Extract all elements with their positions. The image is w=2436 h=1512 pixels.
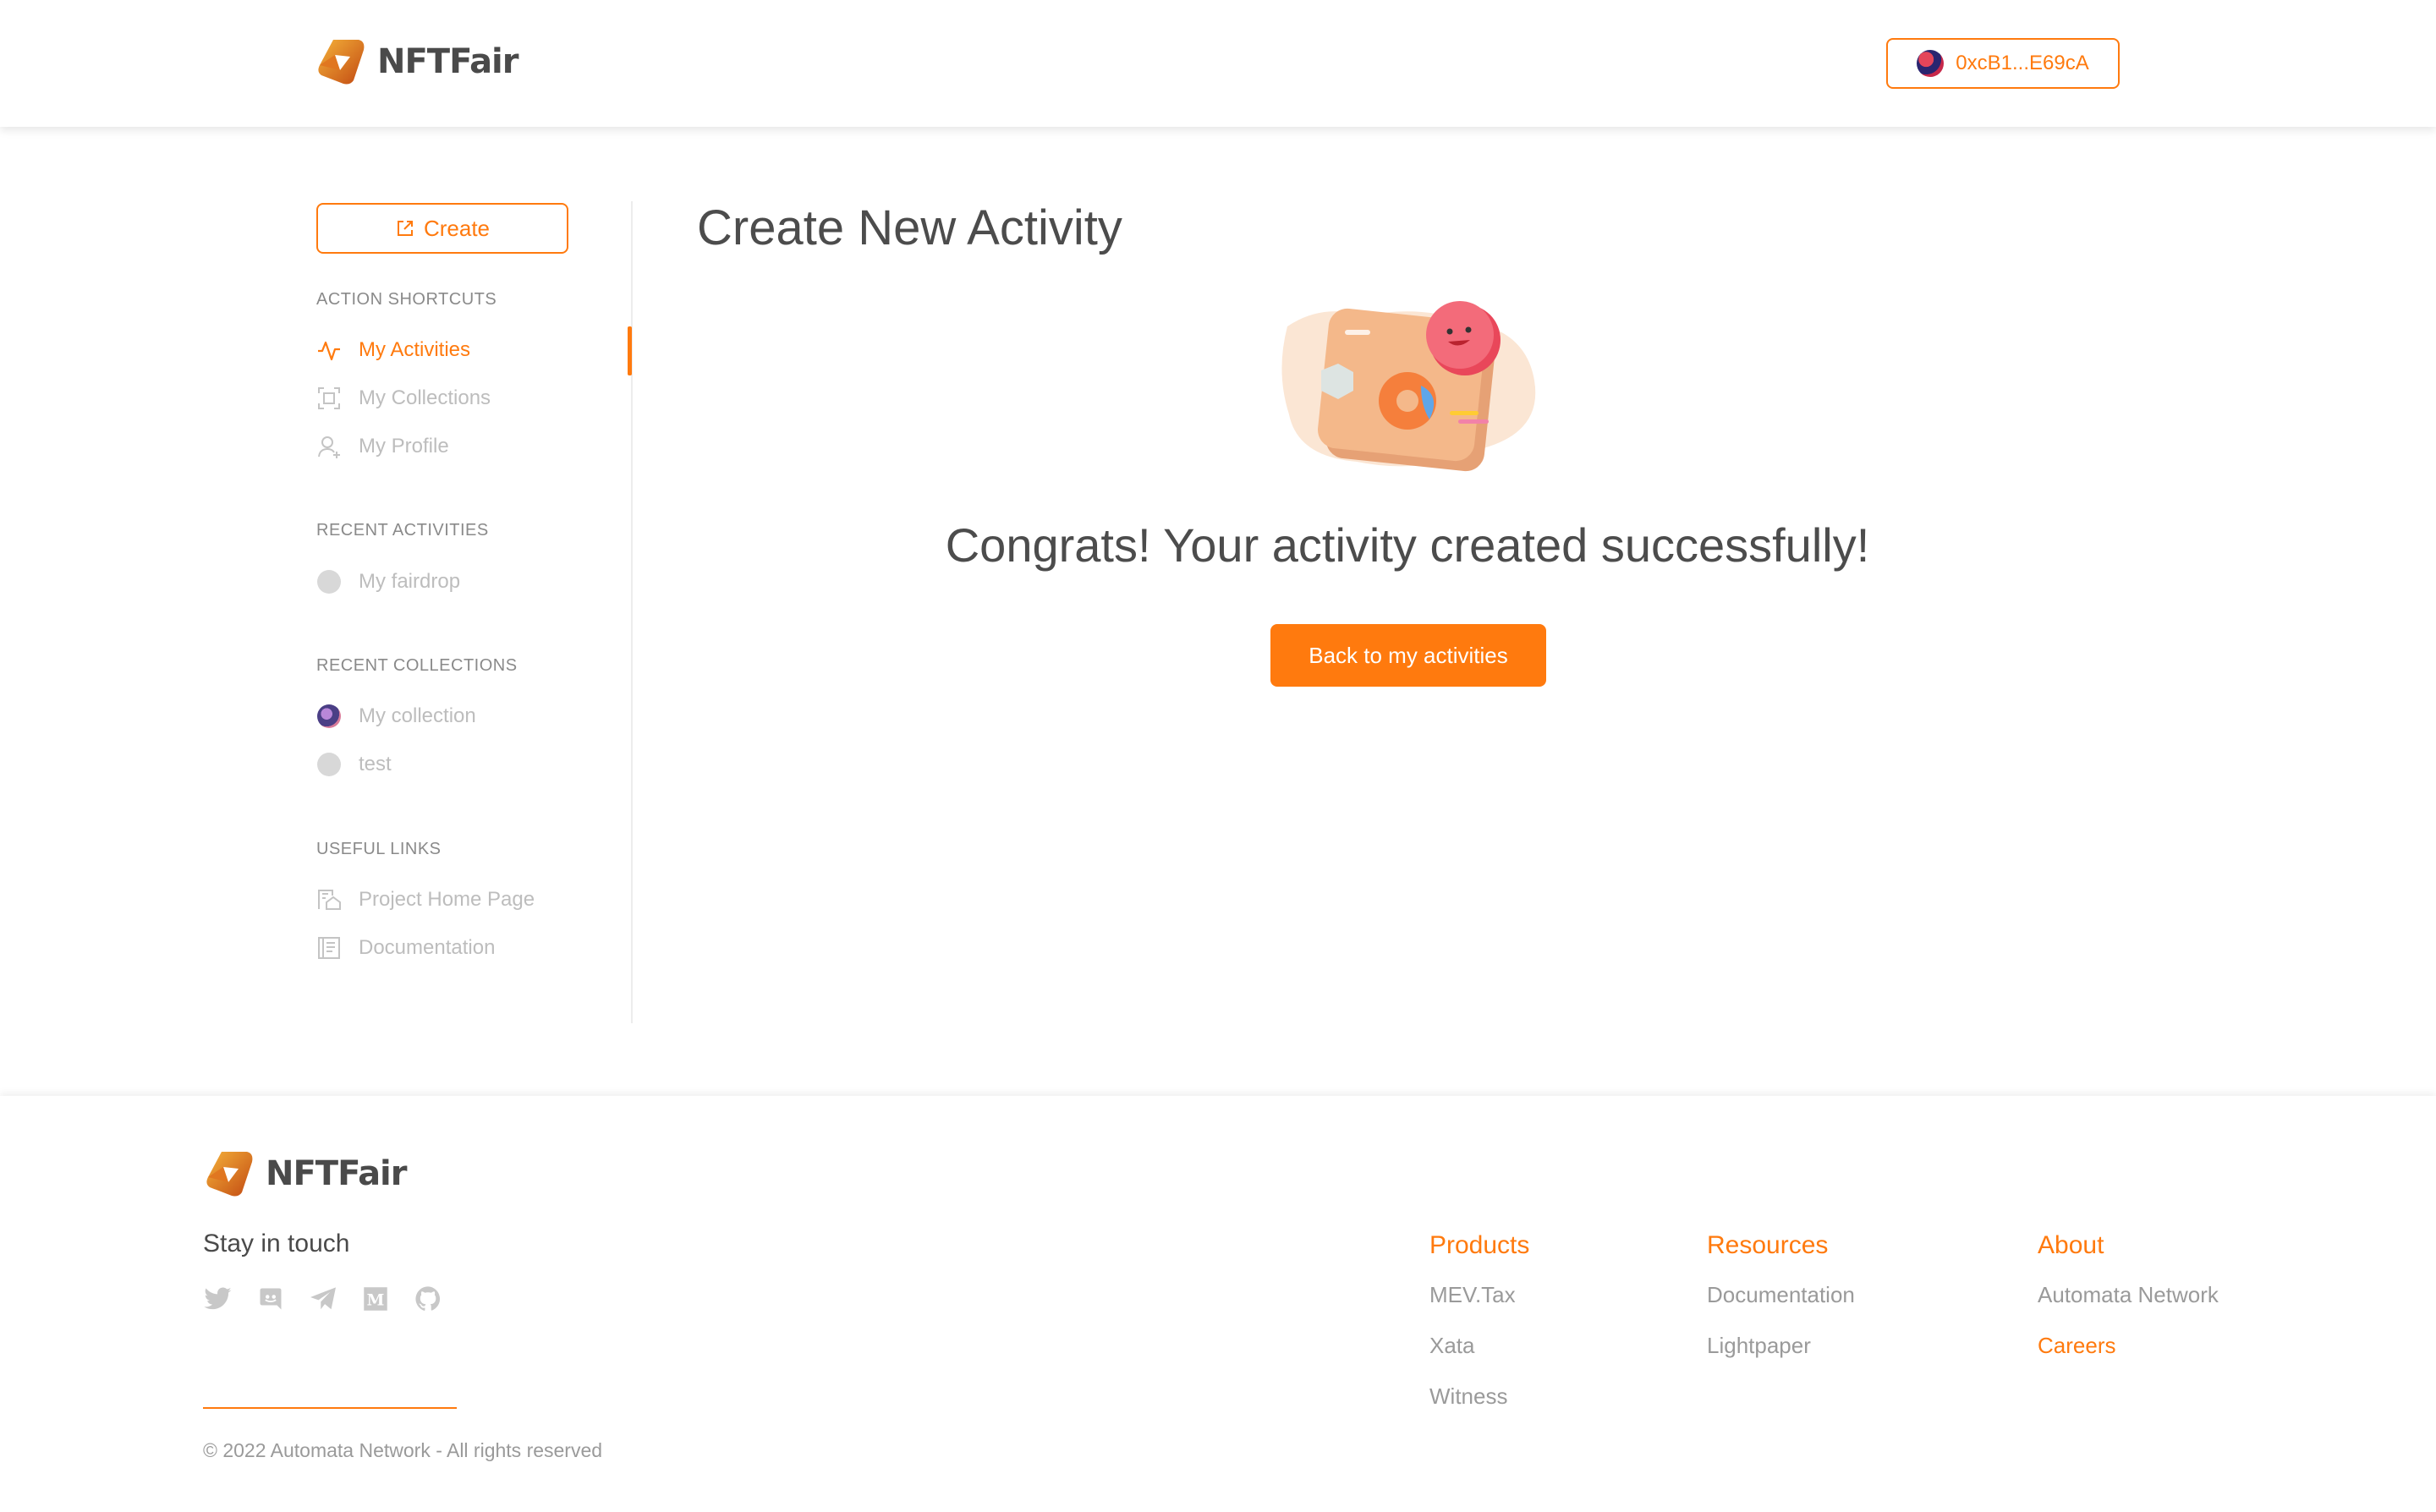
create-label: Create — [423, 215, 491, 241]
footer: NFTFair Stay in touch M © 2022 Automata … — [0, 1096, 2436, 1512]
footer-column-title: Products — [1429, 1231, 1530, 1259]
footer-link-xata[interactable]: Xata — [1429, 1333, 1529, 1361]
success-message: Congrats! Your activity created successf… — [945, 518, 1870, 572]
twitter-icon[interactable] — [203, 1284, 233, 1314]
recent-activity-label: My fairdrop — [359, 570, 461, 593]
social-links: M — [203, 1284, 443, 1314]
sidebar-item-label: My Profile — [359, 435, 449, 457]
sidebar-item-my-activities[interactable]: My Activities — [316, 331, 604, 369]
page-title: Create New Activity — [697, 200, 1122, 255]
recent-activity-item[interactable]: My fairdrop — [316, 563, 604, 600]
stay-in-touch: Stay in touch — [203, 1230, 350, 1257]
svg-text:M: M — [367, 1291, 385, 1310]
footer-column-products: Products MEV.Tax Xata Witness — [1429, 1231, 1529, 1434]
link-label: Project Home Page — [359, 888, 535, 911]
profile-icon — [316, 434, 342, 459]
activity-avatar — [317, 570, 341, 594]
success-illustration — [1281, 301, 1536, 472]
section-title-recent-activities: RECENT ACTIVITIES — [316, 521, 489, 540]
collection-avatar — [317, 704, 341, 728]
github-icon[interactable] — [413, 1284, 443, 1314]
footer-column-resources: Resources Documentation Lightpaper — [1707, 1231, 1855, 1383]
activity-icon — [316, 337, 342, 363]
discord-icon[interactable] — [255, 1284, 286, 1314]
sidebar-item-label: My Collections — [359, 386, 491, 409]
footer-column-about: About Automata Network Careers — [2038, 1231, 2219, 1383]
wallet-address-button[interactable]: 0xcB1...E69cA — [1886, 38, 2120, 89]
top-header: NFTFair 0xcB1...E69cA — [0, 0, 2436, 127]
collections-icon — [316, 386, 342, 411]
back-to-activities-button[interactable]: Back to my activities — [1270, 624, 1546, 687]
footer-link-mev-tax[interactable]: MEV.Tax — [1429, 1282, 1529, 1311]
recent-collection-label: test — [359, 753, 392, 775]
footer-column-title: About — [2038, 1231, 2104, 1259]
create-icon — [397, 221, 413, 236]
telegram-icon[interactable] — [308, 1284, 338, 1314]
nftfair-logo-icon — [318, 40, 365, 85]
footer-column-title: Resources — [1707, 1231, 1829, 1259]
footer-link-careers[interactable]: Careers — [2038, 1333, 2219, 1361]
sidebar-item-my-profile[interactable]: My Profile — [316, 428, 604, 465]
brand-name: NFTFair — [377, 42, 518, 81]
link-label: Documentation — [359, 936, 496, 959]
documentation-icon — [316, 935, 342, 961]
link-documentation[interactable]: Documentation — [316, 929, 604, 967]
footer-link-documentation[interactable]: Documentation — [1707, 1282, 1855, 1311]
sidebar-item-label: My Activities — [359, 338, 471, 361]
sidebar-item-my-collections[interactable]: My Collections — [316, 380, 604, 417]
home-page-icon — [316, 887, 342, 912]
create-button[interactable]: Create — [316, 203, 568, 254]
footer-link-automata-network[interactable]: Automata Network — [2038, 1282, 2219, 1311]
brand-name: NFTFair — [266, 1154, 407, 1193]
footer-logo[interactable]: NFTFair — [203, 1148, 407, 1199]
copyright: © 2022 Automata Network - All rights res… — [203, 1439, 603, 1461]
nftfair-logo-icon — [206, 1152, 253, 1197]
recent-collection-item[interactable]: My collection — [316, 698, 604, 735]
wallet-address: 0xcB1...E69cA — [1956, 52, 2089, 74]
recent-collection-label: My collection — [359, 704, 476, 727]
collection-avatar — [317, 753, 341, 776]
recent-collection-item[interactable]: test — [316, 746, 604, 783]
section-title-recent-collections: RECENT COLLECTIONS — [316, 656, 518, 675]
nftfair-logo[interactable]: NFTFair — [315, 36, 518, 87]
footer-divider — [203, 1407, 457, 1409]
sidebar: Create ACTION SHORTCUTS My Activities My… — [316, 201, 633, 1023]
medium-icon[interactable]: M — [360, 1284, 391, 1314]
section-title-useful-links: USEFUL LINKS — [316, 840, 442, 858]
active-indicator — [628, 326, 632, 375]
section-title-shortcuts: ACTION SHORTCUTS — [316, 290, 497, 309]
link-project-home-page[interactable]: Project Home Page — [316, 881, 604, 918]
wallet-avatar — [1917, 50, 1945, 77]
footer-link-lightpaper[interactable]: Lightpaper — [1707, 1333, 1855, 1361]
footer-link-witness[interactable]: Witness — [1429, 1383, 1529, 1412]
